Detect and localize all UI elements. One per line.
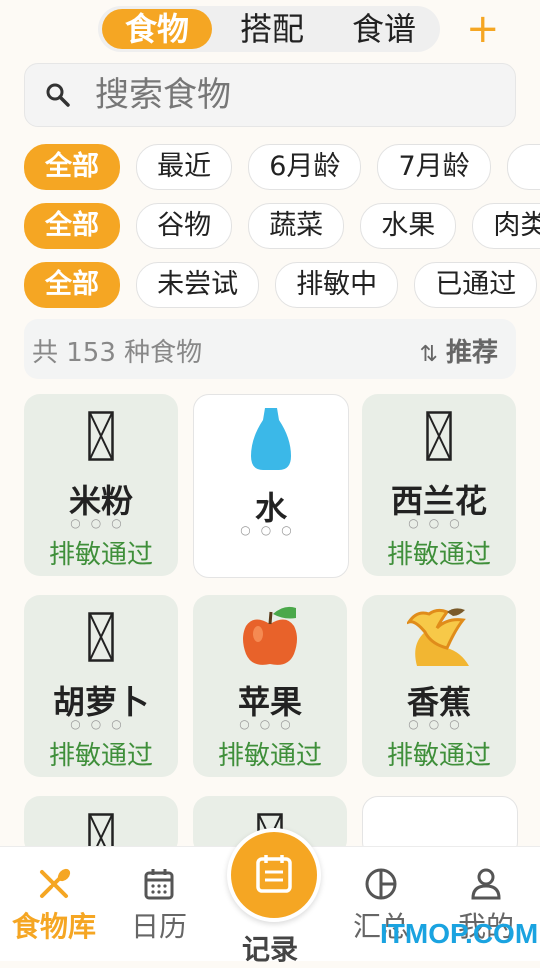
nav-calendar[interactable]: 日历 bbox=[105, 867, 213, 945]
status-filter-row: 全部 未尝试 排敏中 已通过 bbox=[24, 262, 540, 308]
top-tab-bar: 食物 搭配 食谱 bbox=[98, 6, 440, 52]
progress-dots: ○○○ bbox=[408, 516, 470, 530]
sort-icon: ⇅ bbox=[419, 342, 438, 367]
food-card[interactable]: 香蕉 ○○○ 排敏通过 bbox=[362, 595, 516, 777]
food-card[interactable]: 水 ○○○ bbox=[193, 394, 349, 578]
progress-dots: ○○○ bbox=[70, 717, 132, 731]
chip-category-all[interactable]: 全部 bbox=[24, 203, 120, 249]
calendar-icon bbox=[105, 867, 213, 905]
sort-button[interactable]: ⇅ 推荐 bbox=[420, 332, 498, 369]
progress-dots: ○○○ bbox=[408, 717, 470, 731]
nav-label: 日历 bbox=[130, 910, 187, 943]
progress-dots: ○○○ bbox=[70, 516, 132, 530]
summary-bar: 共 153 种食物 ⇅ 推荐 bbox=[24, 319, 516, 379]
pie-chart-icon bbox=[327, 867, 435, 905]
chip-6-months[interactable]: 6月龄 bbox=[248, 144, 362, 190]
food-status: 排敏通过 bbox=[386, 540, 491, 570]
chip-grains[interactable]: 谷物 bbox=[136, 203, 233, 249]
age-filter-row: 全部 最近 6月龄 7月龄 bbox=[24, 144, 540, 190]
banana-icon bbox=[362, 601, 516, 671]
search-icon bbox=[45, 82, 71, 112]
watermark: ITMOP.COM bbox=[380, 918, 539, 949]
chip-untried[interactable]: 未尝试 bbox=[136, 262, 260, 308]
record-button[interactable] bbox=[227, 828, 321, 922]
food-card[interactable]: 西兰花 ○○○ 排敏通过 bbox=[362, 394, 516, 576]
tab-food[interactable]: 食物 bbox=[102, 9, 212, 49]
water-drop-icon bbox=[194, 405, 348, 473]
placeholder-icon bbox=[362, 406, 516, 466]
chip-testing[interactable]: 排敏中 bbox=[275, 262, 399, 308]
food-card[interactable]: 米粉 ○○○ 排敏通过 bbox=[24, 394, 178, 576]
food-status: 排敏通过 bbox=[217, 741, 322, 771]
record-label: 记录 bbox=[241, 933, 298, 966]
user-icon bbox=[432, 867, 540, 905]
nav-food-library[interactable]: 食物库 bbox=[0, 867, 108, 945]
food-status: 排敏通过 bbox=[386, 741, 491, 771]
apple-icon bbox=[193, 601, 347, 671]
chip-more-age[interactable] bbox=[506, 144, 540, 190]
food-card[interactable]: 胡萝卜 ○○○ 排敏通过 bbox=[24, 595, 178, 777]
placeholder-icon bbox=[24, 607, 178, 667]
chip-vegetables[interactable]: 蔬菜 bbox=[248, 203, 345, 249]
chip-fruits[interactable]: 水果 bbox=[360, 203, 457, 249]
utensils-icon bbox=[0, 867, 108, 905]
chip-status-all[interactable]: 全部 bbox=[24, 262, 120, 308]
progress-dots: ○○○ bbox=[239, 717, 301, 731]
chip-7-months[interactable]: 7月龄 bbox=[377, 144, 491, 190]
food-status: 排敏通过 bbox=[48, 540, 153, 570]
search-input[interactable] bbox=[93, 70, 497, 120]
notepad-icon bbox=[255, 854, 293, 898]
category-filter-row: 全部 谷物 蔬菜 水果 肉类 bbox=[24, 203, 540, 249]
chip-passed[interactable]: 已通过 bbox=[414, 262, 538, 308]
food-count: 共 153 种食物 bbox=[32, 338, 203, 368]
add-icon[interactable]: + bbox=[466, 6, 500, 52]
chip-meat[interactable]: 肉类 bbox=[472, 203, 540, 249]
progress-dots: ○○○ bbox=[240, 523, 302, 537]
search-bar[interactable] bbox=[24, 63, 516, 127]
chip-age-all[interactable]: 全部 bbox=[24, 144, 120, 190]
food-status: 排敏通过 bbox=[48, 741, 153, 771]
placeholder-icon bbox=[24, 406, 178, 466]
sort-label: 推荐 bbox=[445, 338, 498, 368]
tab-recipes[interactable]: 食谱 bbox=[338, 9, 430, 49]
food-card[interactable]: 苹果 ○○○ 排敏通过 bbox=[193, 595, 347, 777]
chip-recent[interactable]: 最近 bbox=[136, 144, 233, 190]
tab-pairing[interactable]: 搭配 bbox=[226, 9, 318, 49]
nav-label: 食物库 bbox=[11, 910, 96, 943]
